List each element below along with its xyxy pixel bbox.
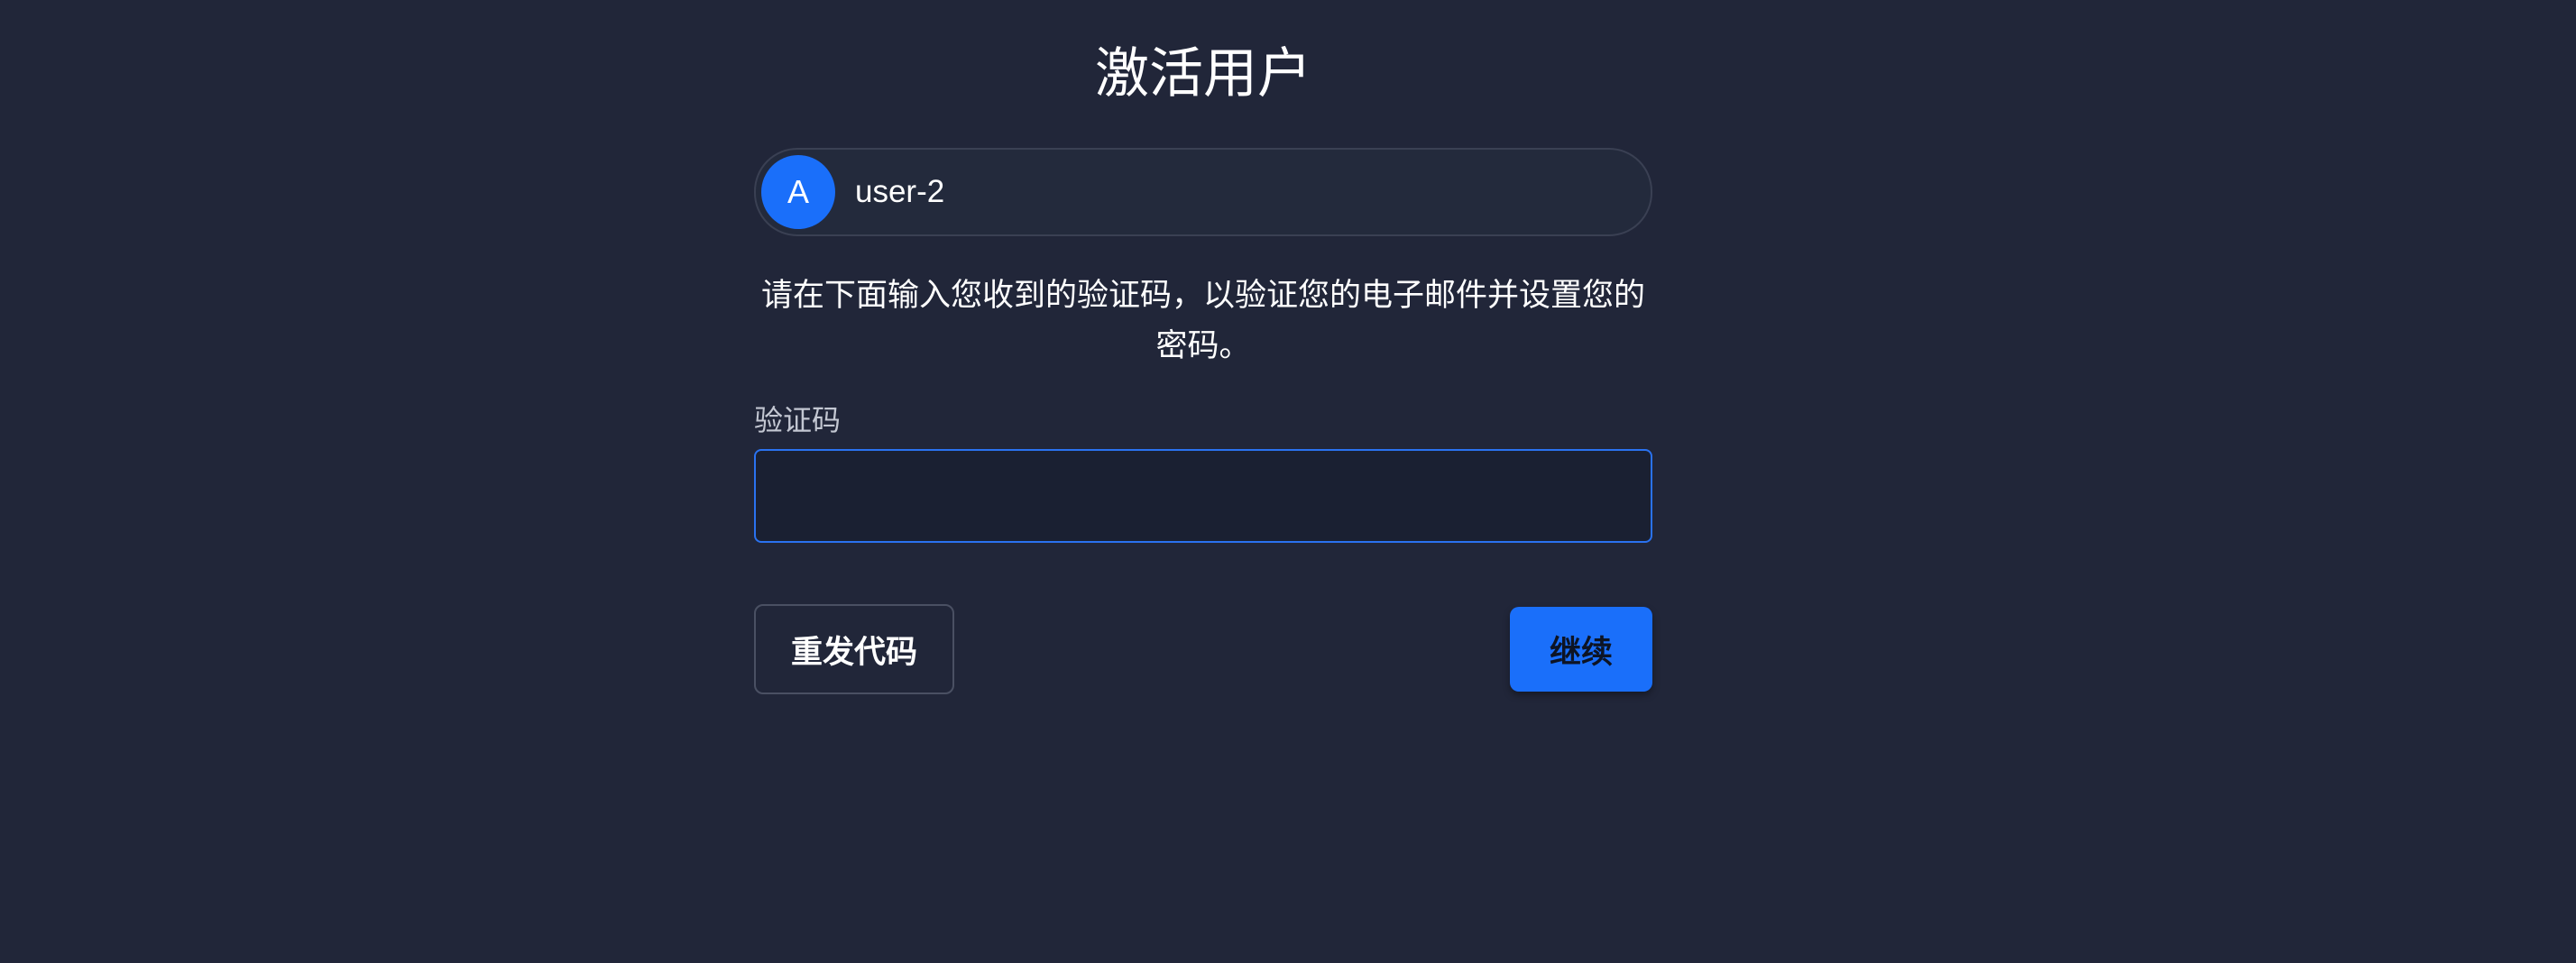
- activate-user-page: 激活用户 A user-2 请在下面输入您收到的验证码，以验证您的电子邮件并设置…: [0, 0, 2576, 963]
- verification-code-input[interactable]: [754, 449, 1652, 543]
- resend-code-button[interactable]: 重发代码: [754, 604, 954, 694]
- instruction-text: 请在下面输入您收到的验证码，以验证您的电子邮件并设置您的密码。: [760, 278, 1645, 364]
- avatar: A: [761, 155, 835, 229]
- page-title: 激活用户: [1095, 42, 1311, 105]
- username: user-2: [855, 174, 945, 209]
- verification-code-label: 验证码: [754, 403, 842, 437]
- continue-button[interactable]: 继续: [1510, 607, 1652, 692]
- user-chip: A user-2: [754, 148, 1652, 236]
